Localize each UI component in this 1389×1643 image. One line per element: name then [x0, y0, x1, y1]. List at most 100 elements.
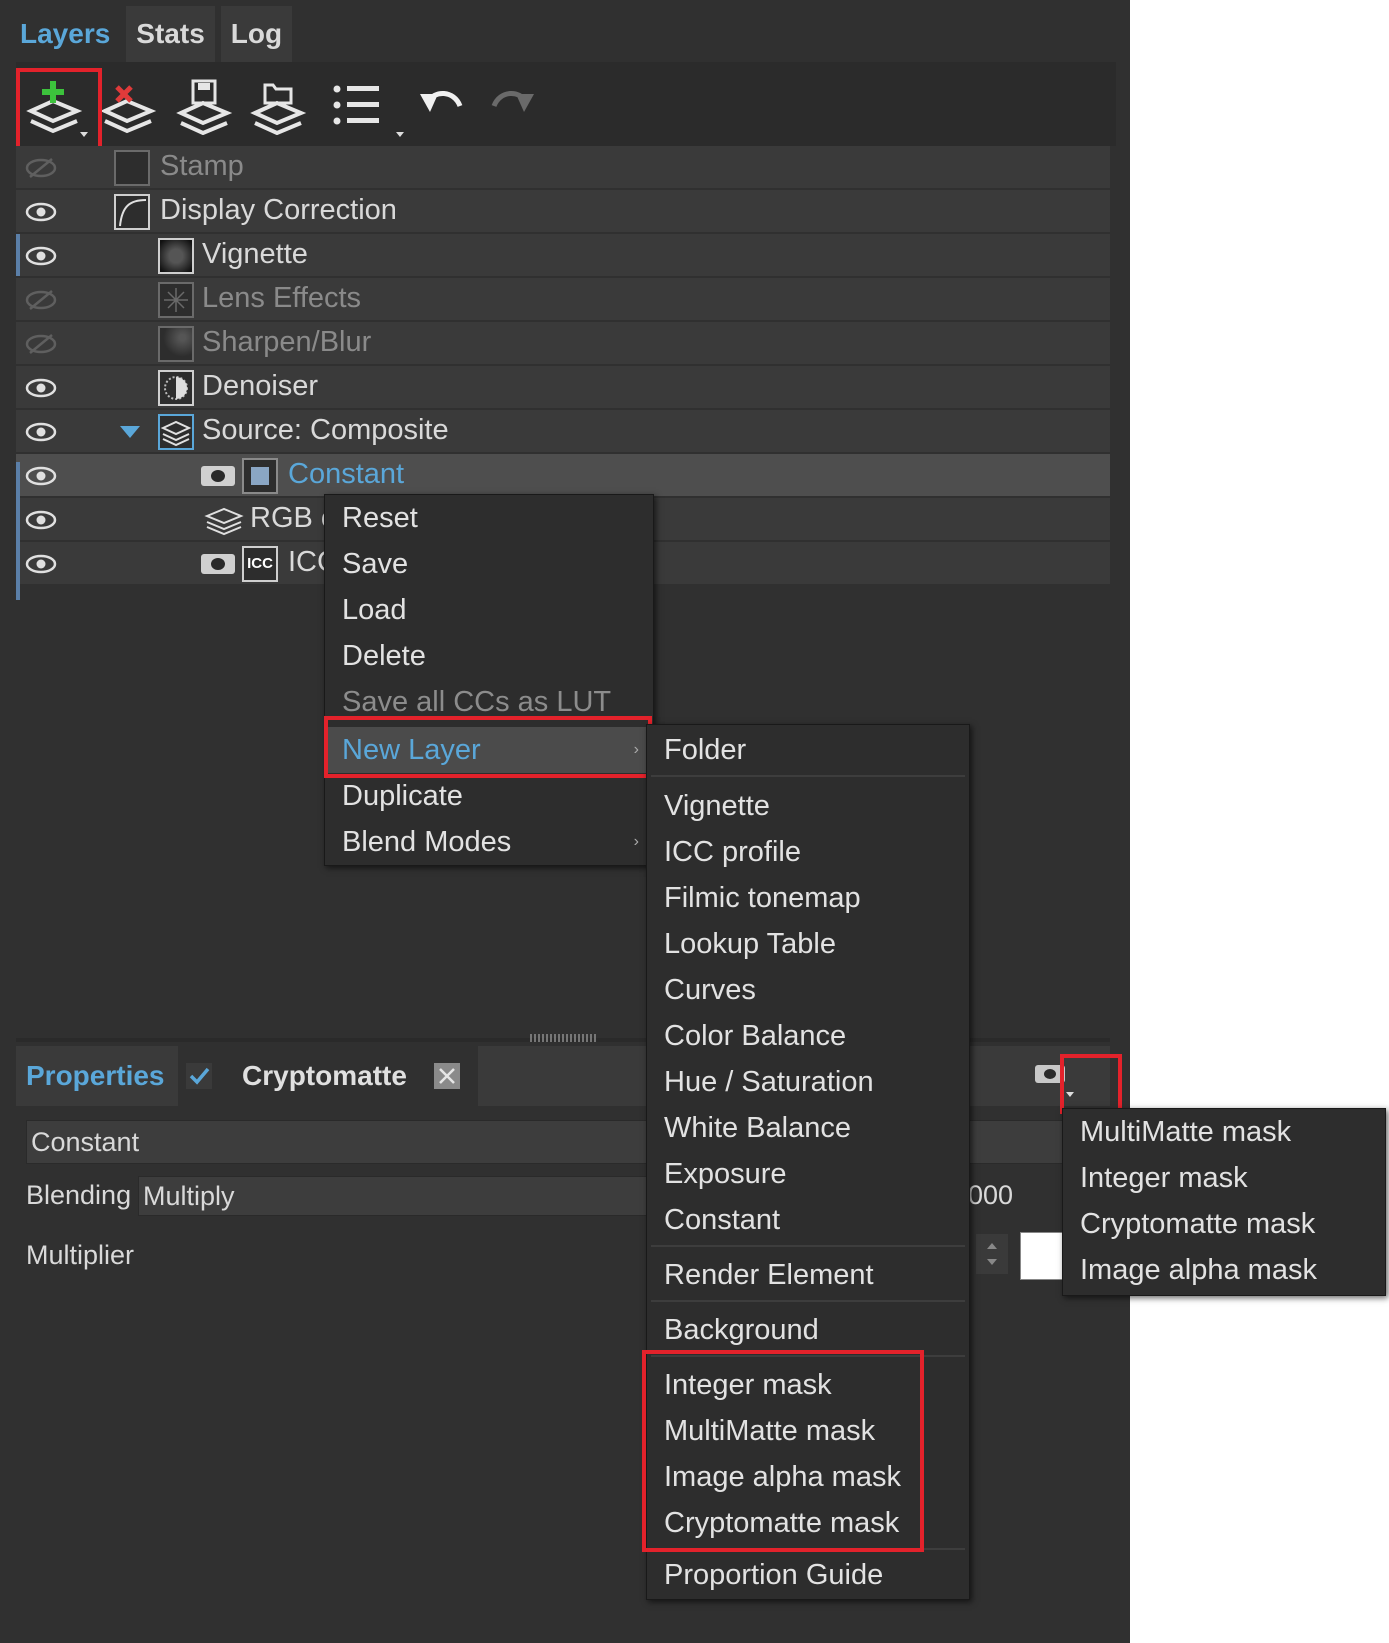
eye-icon[interactable]: [24, 243, 58, 269]
redo-button[interactable]: [480, 72, 546, 138]
menu-item-constant[interactable]: Constant: [647, 1197, 969, 1243]
layer-label: RGB c: [250, 502, 336, 534]
composite-layers-icon: [158, 414, 194, 450]
checkmark-icon[interactable]: [186, 1063, 212, 1089]
layer-row[interactable]: Sharpen/Blur: [16, 322, 1110, 366]
layer-row[interactable]: Lens Effects: [16, 278, 1110, 322]
menu-item-label: Blend Modes: [342, 826, 512, 858]
redo-icon: [491, 91, 534, 112]
eye-hidden-icon[interactable]: [24, 155, 58, 181]
undo-button[interactable]: [408, 72, 474, 138]
delete-layer-icon: [100, 85, 157, 134]
multiplier-value-field[interactable]: 000: [968, 1180, 1013, 1211]
blending-label: Blending: [26, 1180, 132, 1210]
menu-item-proportion-guide[interactable]: Proportion Guide: [647, 1552, 969, 1598]
layer-label: Denoiser: [202, 370, 319, 402]
menu-item-exposure[interactable]: Exposure: [647, 1151, 969, 1197]
layer-row[interactable]: Denoiser: [16, 366, 1110, 410]
menu-item-vignette[interactable]: Vignette: [647, 783, 969, 829]
close-icon[interactable]: [434, 1063, 460, 1089]
menu-item-hue-saturation[interactable]: Hue / Saturation: [647, 1059, 969, 1105]
eye-icon[interactable]: [24, 419, 58, 445]
color-swatch[interactable]: [1020, 1232, 1066, 1280]
eye-hidden-icon[interactable]: [24, 331, 58, 357]
selection-bar: [16, 462, 20, 600]
layer-row[interactable]: Stamp: [16, 146, 1110, 190]
layer-row-selected[interactable]: Constant: [16, 454, 1110, 498]
menu-item-curves[interactable]: Curves: [647, 967, 969, 1013]
menu-item-integer-mask[interactable]: Integer mask: [1063, 1155, 1385, 1201]
menu-item-multimatte-mask[interactable]: MultiMatte mask: [1063, 1109, 1385, 1155]
menu-separator: [651, 1300, 965, 1302]
menu-item-reset[interactable]: Reset: [325, 495, 653, 541]
load-layer-icon: [250, 83, 307, 135]
save-layer-icon: [176, 79, 233, 135]
constant-color-icon: [242, 458, 278, 494]
layer-label: Lens Effects: [202, 282, 362, 314]
delete-layer-button[interactable]: [96, 72, 162, 138]
save-layer-button[interactable]: [172, 72, 238, 138]
curve-icon: [114, 194, 150, 230]
menu-item-duplicate[interactable]: Duplicate: [325, 773, 653, 819]
menu-item-load[interactable]: Load: [325, 587, 653, 633]
mask-icon[interactable]: [200, 552, 236, 576]
menu-item-image-alpha-mask[interactable]: Image alpha mask: [1063, 1247, 1385, 1293]
menu-item-folder[interactable]: Folder: [647, 727, 969, 773]
layer-label: Vignette: [202, 238, 308, 270]
menu-item-cryptomatte-mask[interactable]: Cryptomatte mask: [1063, 1201, 1385, 1247]
menu-separator: [651, 775, 965, 777]
menu-item-icc-profile[interactable]: ICC profile: [647, 829, 969, 875]
layer-row[interactable]: Source: Composite: [16, 410, 1110, 454]
layer-row[interactable]: Vignette: [16, 234, 1110, 278]
vignette-icon: [158, 238, 194, 274]
eye-icon[interactable]: [24, 507, 58, 533]
render-layers-icon: [204, 507, 244, 536]
new-layer-highlight: [324, 716, 652, 778]
mask-dropdown-menu: MultiMatte mask Integer mask Cryptomatte…: [1062, 1108, 1386, 1296]
add-layer-highlight: [16, 68, 102, 150]
eye-icon[interactable]: [24, 375, 58, 401]
mask-items-highlight: [642, 1350, 924, 1552]
menu-item-color-balance[interactable]: Color Balance: [647, 1013, 969, 1059]
tab-log[interactable]: Log: [220, 6, 293, 62]
denoiser-icon: [158, 370, 194, 406]
submenu-chevron-icon: ›: [633, 833, 639, 850]
layer-label: Stamp: [160, 150, 244, 182]
undo-icon: [420, 91, 463, 112]
expand-arrow-icon[interactable]: [120, 426, 140, 440]
multiplier-label: Multiplier: [26, 1240, 135, 1270]
spinner-arrows-icon[interactable]: [976, 1234, 1008, 1274]
menu-item-background[interactable]: Background: [647, 1307, 969, 1353]
tab-stats[interactable]: Stats: [126, 6, 215, 62]
eye-icon[interactable]: [24, 551, 58, 577]
menu-item-blend-modes[interactable]: Blend Modes ›: [325, 819, 653, 865]
cryptomatte-label[interactable]: Cryptomatte: [242, 1060, 407, 1092]
options-dropdown-icon: [396, 132, 404, 137]
menu-item-save[interactable]: Save: [325, 541, 653, 587]
menu-item-delete[interactable]: Delete: [325, 633, 653, 679]
layer-row[interactable]: Display Correction: [16, 190, 1110, 234]
layer-options-button[interactable]: [324, 72, 390, 138]
properties-title[interactable]: Properties: [26, 1060, 165, 1092]
splitter-grip-icon[interactable]: [530, 1034, 598, 1042]
load-layer-button[interactable]: [246, 72, 312, 138]
mask-menu-highlight: [1060, 1054, 1122, 1114]
icc-profile-icon: ICC: [242, 546, 278, 582]
eye-icon[interactable]: [24, 199, 58, 225]
menu-separator: [651, 1245, 965, 1247]
eye-icon[interactable]: [24, 463, 58, 489]
blending-select[interactable]: Multiply: [138, 1176, 658, 1216]
layer-label: Source: Composite: [202, 414, 449, 446]
layer-label: Display Correction: [160, 194, 397, 226]
eye-hidden-icon[interactable]: [24, 287, 58, 313]
menu-item-render-element[interactable]: Render Element: [647, 1252, 969, 1298]
list-menu-icon: [333, 85, 379, 125]
menu-item-filmic-tonemap[interactable]: Filmic tonemap: [647, 875, 969, 921]
menu-item-lookup-table[interactable]: Lookup Table: [647, 921, 969, 967]
mask-icon[interactable]: [200, 464, 236, 488]
tab-layers[interactable]: Layers: [10, 6, 121, 62]
tab-bar: Layers Stats Log: [10, 6, 293, 62]
menu-item-white-balance[interactable]: White Balance: [647, 1105, 969, 1151]
stamp-icon: [114, 150, 150, 186]
layer-label: Sharpen/Blur: [202, 326, 372, 358]
